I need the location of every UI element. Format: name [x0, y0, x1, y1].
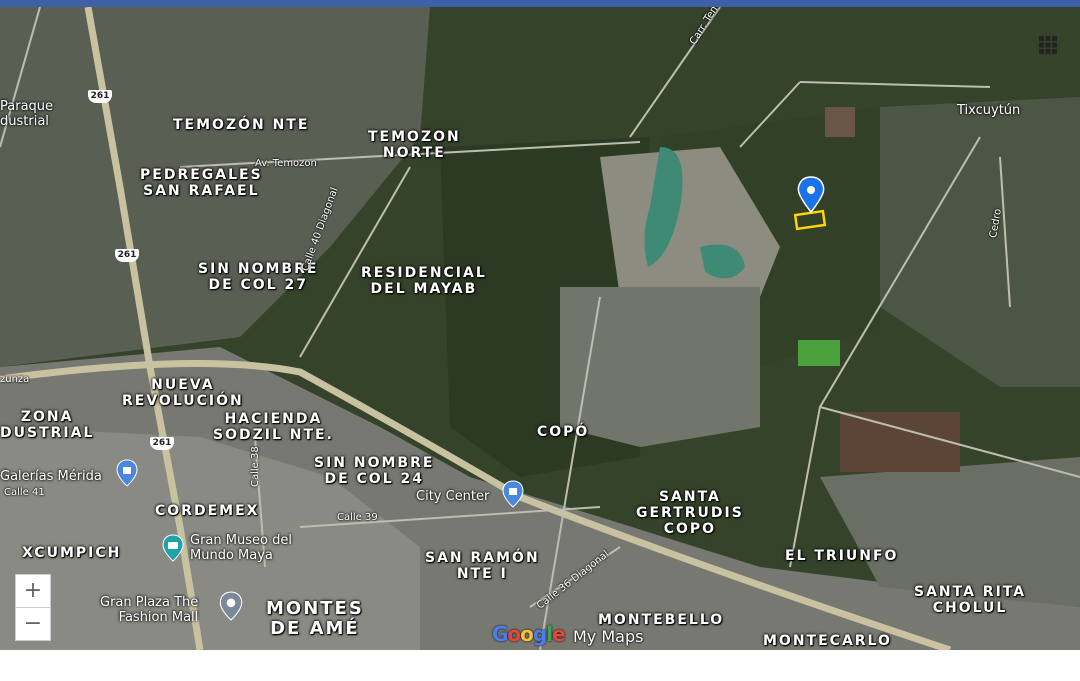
label-xcumpich: XCUMPICH	[22, 545, 122, 561]
label-temozon-norte: TEMOZON NORTE	[368, 129, 461, 161]
shopping-pin-icon[interactable]	[116, 459, 138, 487]
zoom-in-button[interactable]: +	[15, 574, 51, 608]
label-cordemex: CORDEMEX	[155, 503, 260, 519]
label-gran-plaza: Gran Plaza The Fashion Mall	[100, 595, 199, 625]
road-calle-41: Calle 41	[4, 487, 45, 498]
label-montes-de-ame: MONTES DE AMÉ	[266, 598, 364, 639]
place-pin-icon[interactable]	[219, 591, 243, 621]
label-gran-museo: Gran Museo del Mundo Maya	[190, 533, 292, 563]
road-av-temozon: Av. Temozon	[255, 158, 317, 169]
road-calle-39: Calle 39	[337, 512, 378, 523]
zoom-out-button[interactable]: −	[15, 607, 51, 641]
label-temozon-nte: TEMOZÓN NTE	[173, 117, 310, 133]
label-zona-industrial: ZONA DUSTRIAL	[0, 409, 95, 441]
highway-shield-261: 261	[150, 437, 174, 450]
label-city-center: City Center	[416, 489, 490, 504]
top-bar	[0, 0, 1080, 7]
road-calle-38: Calle 38	[250, 446, 261, 487]
google-logo: Google	[492, 622, 566, 646]
shopping-pin-icon[interactable]	[502, 480, 524, 508]
label-montebello: MONTEBELLO	[598, 612, 725, 628]
label-san-ramon: SAN RAMÓN NTE I	[425, 550, 540, 582]
label-santa-rita: SANTA RITA CHOLUL	[914, 584, 1027, 616]
label-galerias: Galerías Mérida	[0, 469, 102, 484]
label-copo: COPÓ	[537, 424, 590, 440]
label-tixcuytun: Tixcuytún	[957, 103, 1021, 118]
label-residencial-mayab: RESIDENCIAL DEL MAYAB	[361, 265, 487, 297]
road-zunza: zunza	[0, 374, 30, 385]
label-sin-nombre-24: SIN NOMBRE DE COL 24	[314, 455, 435, 487]
label-hacienda-sodzil: HACIENDA SODZIL NTE.	[213, 411, 334, 443]
highway-shield-261: 261	[88, 90, 112, 103]
label-santa-gertrudis: SANTA GERTRUDIS COPO	[636, 489, 744, 537]
label-nueva-revolucion: NUEVA REVOLUCIÓN	[122, 377, 244, 409]
label-montecarlo: MONTECARLO	[763, 633, 892, 649]
highway-shield-261: 261	[115, 249, 139, 262]
label-pedregales: PEDREGALES SAN RAFAEL	[140, 167, 263, 199]
label-paraque: Paraque dustrial	[0, 99, 54, 129]
my-maps-label: My Maps	[573, 627, 644, 646]
museum-pin-icon[interactable]	[162, 534, 184, 562]
grid-icon[interactable]	[1038, 35, 1058, 55]
satellite-map[interactable]: TEMOZÓN NTE TEMOZON NORTE PEDREGALES SAN…	[0, 7, 1080, 650]
label-el-triunfo: EL TRIUNFO	[785, 548, 899, 564]
